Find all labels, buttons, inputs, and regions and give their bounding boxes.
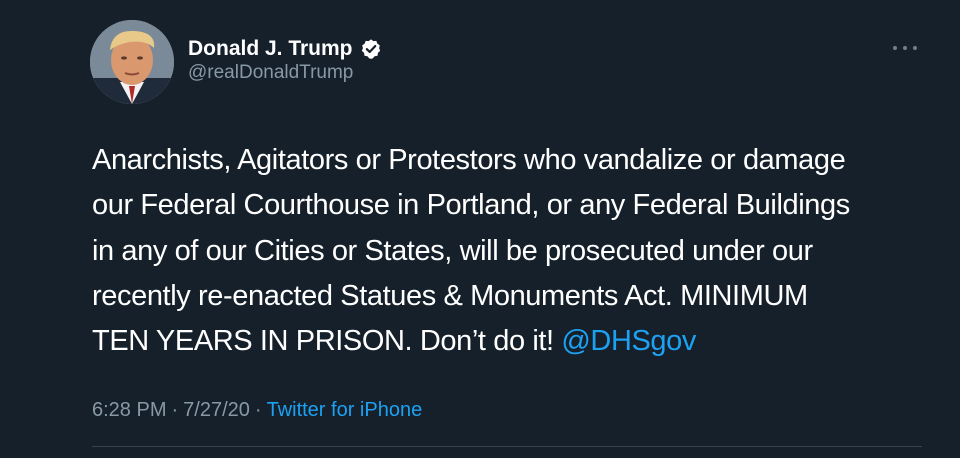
tweet-text-line: our Federal Courthouse in Portland, or a…: [92, 189, 850, 222]
avatar[interactable]: [90, 20, 174, 104]
verified-badge-icon: [360, 38, 382, 60]
tweet-source-link[interactable]: Twitter for iPhone: [267, 399, 423, 421]
tweet-text-line: in any of our Cities or States, will be …: [92, 234, 813, 267]
tweet-text-line: Anarchists, Agitators or Protestors who …: [92, 144, 846, 176]
tweet-card: Donald J. Trump @realDonaldTrump Anarchi…: [0, 0, 960, 458]
divider: [92, 446, 922, 447]
tweet-date[interactable]: 7/27/20: [183, 399, 250, 421]
mention-link[interactable]: @DHSgov: [561, 325, 696, 357]
author-handle[interactable]: @realDonaldTrump: [188, 62, 353, 84]
tweet-text: Anarchists, Agitators or Protestors who …: [92, 138, 932, 364]
tweet-text-line: TEN YEARS IN PRISON. Don’t do it!: [92, 325, 562, 358]
tweet-text-line: recently re-enacted Statues & Monuments …: [92, 279, 808, 312]
meta-separator: ·: [171, 399, 179, 421]
tweet-text-line-last: TEN YEARS IN PRISON. Don’t do it! @DHSgo…: [92, 319, 932, 364]
tweet-meta: 6:28 PM · 7/27/20 · Twitter for iPhone: [92, 399, 422, 422]
tweet-time[interactable]: 6:28 PM: [92, 399, 166, 421]
more-options-icon[interactable]: [893, 40, 917, 56]
author-name-row: Donald J. Trump: [188, 36, 382, 62]
meta-separator: ·: [254, 399, 262, 421]
author-display-name[interactable]: Donald J. Trump: [188, 37, 353, 61]
